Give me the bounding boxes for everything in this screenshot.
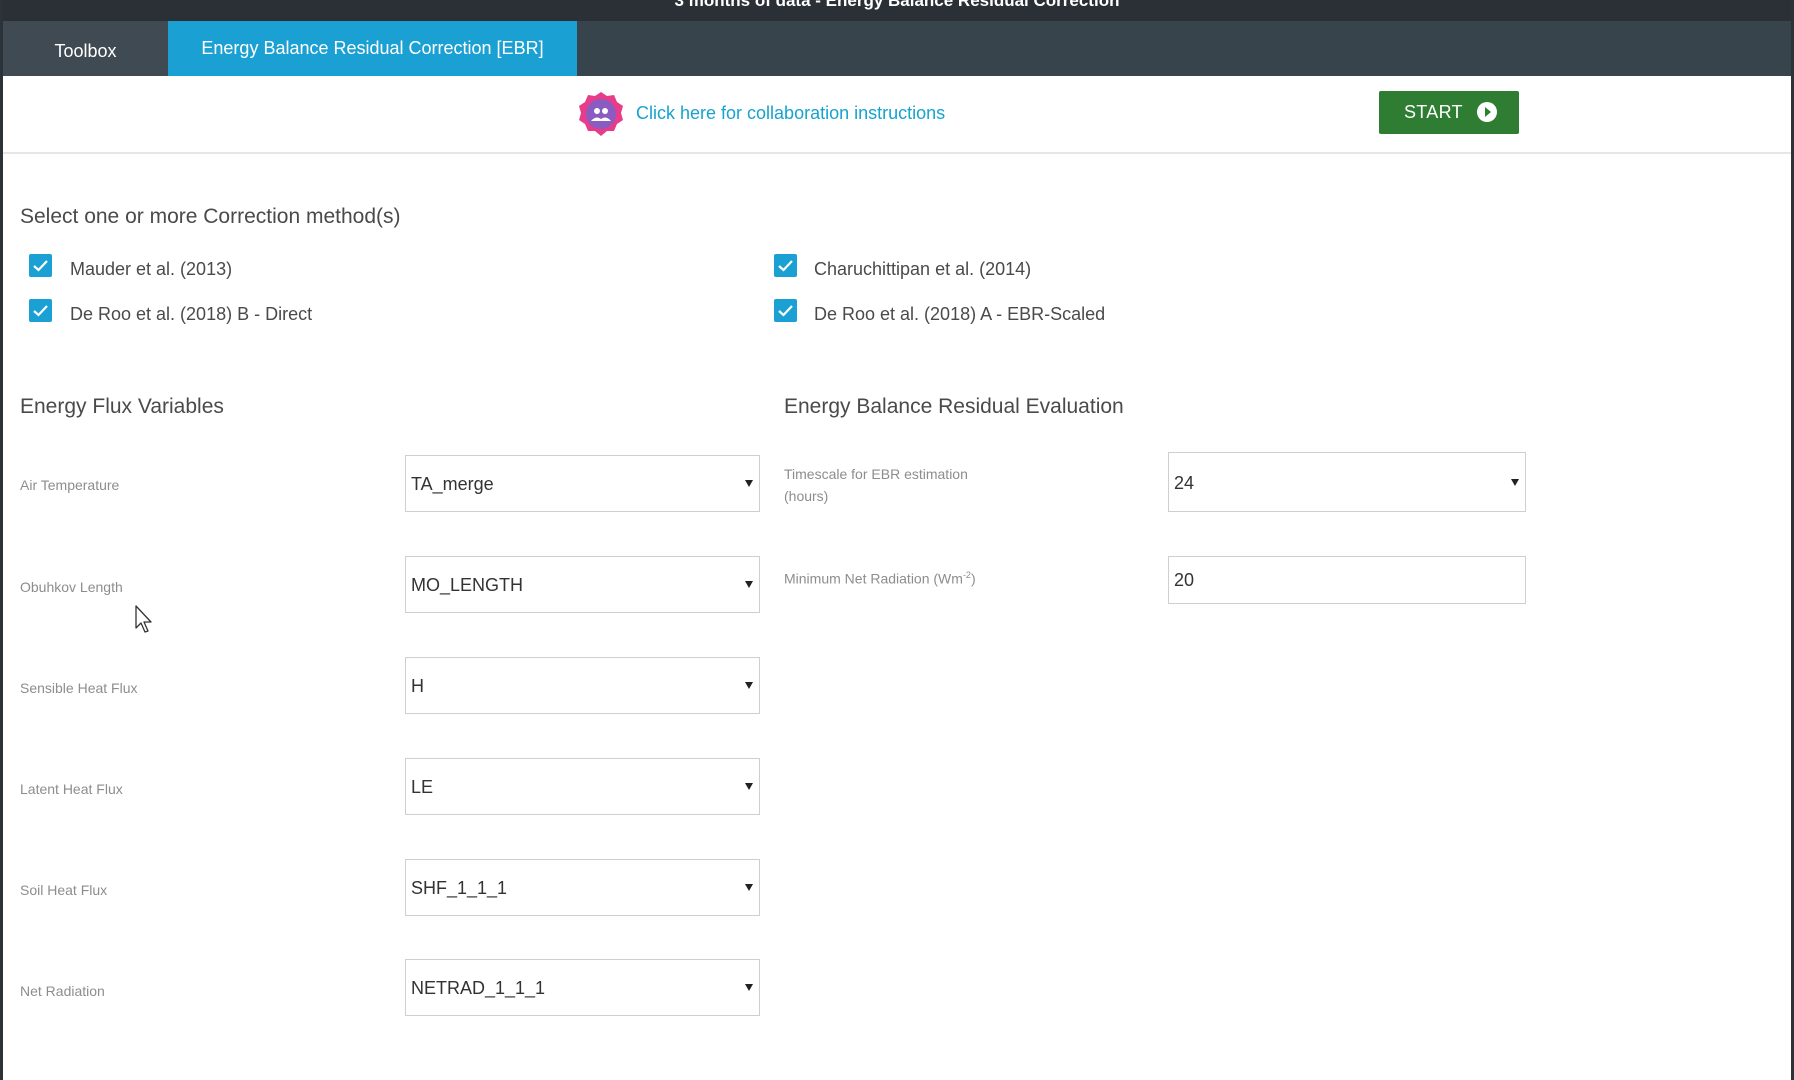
tab-ebr[interactable]: Energy Balance Residual Correction [EBR] bbox=[168, 21, 577, 76]
collaboration-badge-icon[interactable] bbox=[578, 91, 624, 137]
checkbox-deroo-scaled[interactable] bbox=[774, 299, 797, 322]
window-title: 3 months of data - Energy Balance Residu… bbox=[674, 0, 1120, 10]
obuhkov-length-label: Obuhkov Length bbox=[20, 579, 123, 595]
checkbox-label-deroo-direct: De Roo et al. (2018) B - Direct bbox=[70, 304, 313, 324]
start-button-label: START bbox=[1404, 102, 1463, 122]
air-temperature-select[interactable]: TA_merge bbox=[405, 455, 760, 512]
flux-title: Energy Flux Variables bbox=[20, 395, 224, 418]
sensible-heat-flux-select[interactable]: H bbox=[405, 657, 760, 714]
timescale-label-line2: (hours) bbox=[784, 488, 829, 504]
timescale-label: Timescale for EBR estimation (hours) bbox=[784, 463, 968, 507]
caret-down-icon bbox=[745, 581, 753, 588]
app-window: 3 months of data - Energy Balance Residu… bbox=[3, 0, 1791, 1080]
latent-heat-flux-value: LE bbox=[411, 777, 434, 797]
net-radiation-value: NETRAD_1_1_1 bbox=[411, 978, 546, 998]
play-circle-icon bbox=[1477, 102, 1497, 122]
checkmark-icon bbox=[33, 260, 48, 272]
latent-heat-flux-select[interactable]: LE bbox=[405, 758, 760, 815]
checkmark-icon bbox=[778, 260, 793, 272]
tab-toolbox[interactable]: Toolbox bbox=[3, 21, 168, 76]
min-net-radiation-input[interactable] bbox=[1168, 556, 1526, 604]
caret-down-icon bbox=[745, 682, 753, 689]
sensible-heat-flux-label: Sensible Heat Flux bbox=[20, 680, 138, 696]
min-net-radiation-label-text: Minimum Net Radiation (Wm bbox=[784, 570, 963, 587]
caret-down-icon bbox=[745, 984, 753, 991]
checkbox-charuchittipan[interactable] bbox=[774, 254, 797, 277]
window-titlebar: 3 months of data - Energy Balance Residu… bbox=[3, 0, 1791, 21]
net-radiation-select[interactable]: NETRAD_1_1_1 bbox=[405, 959, 760, 1016]
min-net-radiation-label-end: ) bbox=[970, 570, 976, 587]
start-button[interactable]: START bbox=[1379, 91, 1519, 134]
latent-heat-flux-label: Latent Heat Flux bbox=[20, 781, 123, 797]
timescale-select[interactable]: 24 bbox=[1168, 452, 1526, 512]
caret-down-icon bbox=[745, 783, 753, 790]
corrections-title: Select one or more Correction method(s) bbox=[20, 205, 401, 228]
min-net-radiation-label: Minimum Net Radiation (Wm-2) bbox=[784, 564, 976, 590]
soil-heat-flux-label: Soil Heat Flux bbox=[20, 882, 108, 898]
caret-down-icon bbox=[745, 884, 753, 891]
tab-bar: Toolbox Energy Balance Residual Correcti… bbox=[3, 21, 1791, 76]
checkbox-label-charuchittipan: Charuchittipan et al. (2014) bbox=[814, 259, 1032, 279]
timescale-label-line1: Timescale for EBR estimation bbox=[784, 466, 968, 482]
checkbox-label-mauder: Mauder et al. (2013) bbox=[70, 259, 233, 279]
obuhkov-length-select[interactable]: MO_LENGTH bbox=[405, 556, 760, 613]
mouse-pointer-icon bbox=[135, 605, 152, 633]
checkmark-icon bbox=[33, 305, 48, 317]
air-temperature-value: TA_merge bbox=[411, 474, 494, 494]
soil-heat-flux-value: SHF_1_1_1 bbox=[411, 878, 508, 898]
caret-down-icon bbox=[745, 480, 753, 487]
checkbox-mauder[interactable] bbox=[29, 254, 52, 277]
obuhkov-length-value: MO_LENGTH bbox=[411, 575, 524, 595]
min-net-radiation-label-sup: -2 bbox=[962, 570, 971, 580]
soil-heat-flux-select[interactable]: SHF_1_1_1 bbox=[405, 859, 760, 916]
checkmark-icon bbox=[778, 305, 793, 317]
checkbox-deroo-direct[interactable] bbox=[29, 299, 52, 322]
net-radiation-label: Net Radiation bbox=[20, 983, 105, 999]
caret-down-icon bbox=[1511, 479, 1519, 486]
sensible-heat-flux-value: H bbox=[411, 676, 424, 696]
air-temperature-label: Air Temperature bbox=[20, 477, 120, 493]
collaboration-instructions-link[interactable]: Click here for collaboration instruction… bbox=[636, 103, 945, 124]
checkbox-label-deroo-scaled: De Roo et al. (2018) A - EBR-Scaled bbox=[814, 304, 1106, 324]
timescale-value: 24 bbox=[1174, 473, 1195, 493]
action-bar: Click here for collaboration instruction… bbox=[3, 76, 1791, 154]
evaluation-title: Energy Balance Residual Evaluation bbox=[784, 395, 1124, 418]
